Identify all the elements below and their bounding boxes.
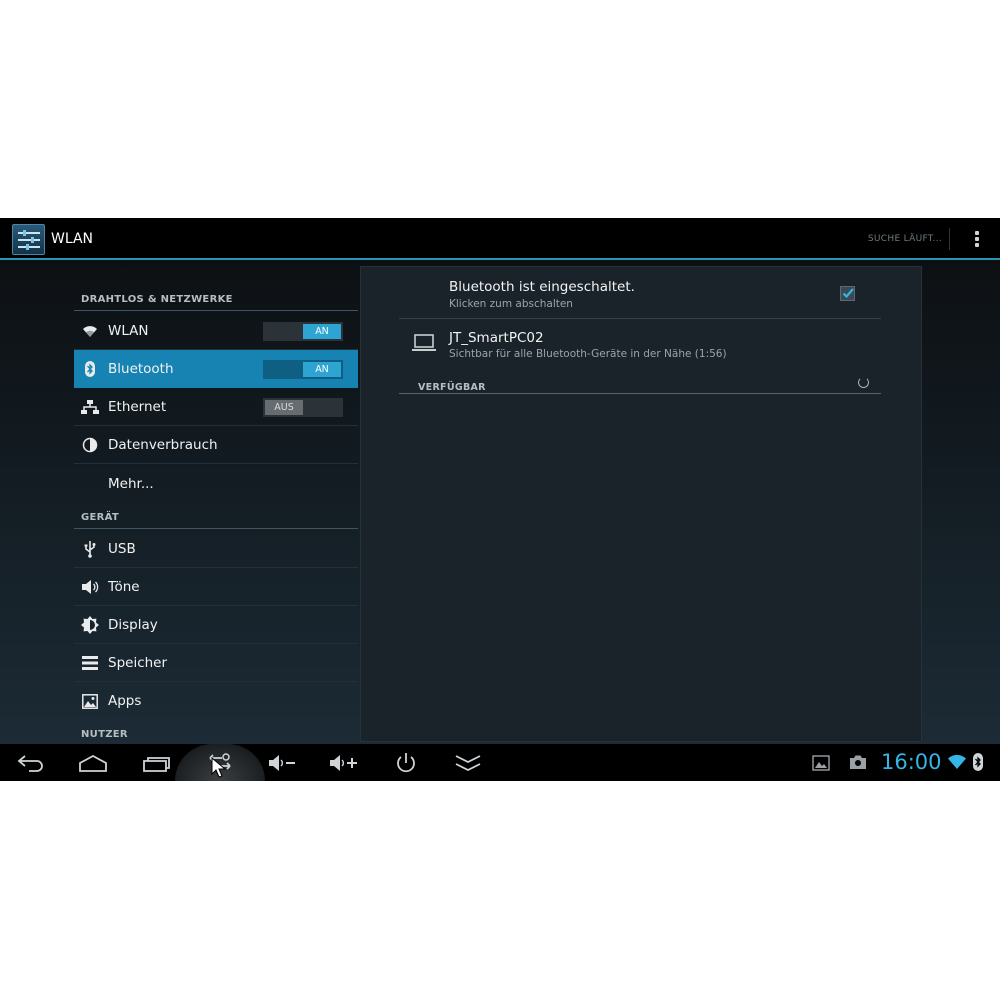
action-bar: WLAN SUCHE LÄUFT... [0,218,1000,260]
power-icon[interactable] [386,750,426,776]
home-icon[interactable] [73,750,113,776]
screenshot-notification-icon[interactable] [812,755,830,775]
menu-item-usb[interactable]: USB [74,530,358,568]
toggle-state: AN [303,362,341,377]
apps-icon [81,692,99,710]
page-title: WLAN [51,231,94,247]
mouse-cursor-icon [211,756,227,781]
device-name[interactable]: JT_SmartPC02 [449,330,544,346]
section-divider [74,528,358,529]
section-header-device: GERÄT [81,512,120,523]
menu-item-label: Apps [108,693,142,709]
bluetooth-icon [81,360,99,378]
section-divider [399,393,881,394]
menu-item-label: Datenverbrauch [108,437,218,453]
ethernet-toggle[interactable]: AUS [263,398,343,417]
action-bar-divider [949,228,950,250]
back-icon[interactable] [11,750,51,776]
recent-apps-icon[interactable] [137,750,177,776]
storage-icon [81,654,99,672]
settings-menu: DRAHTLOS & NETZWERKE WLAN AN Bluetooth A… [74,260,358,740]
wifi-status-icon [947,754,967,774]
menu-item-label: Bluetooth [108,361,174,377]
bluetooth-checkbox[interactable] [840,286,855,301]
data-usage-icon [81,436,99,454]
speaker-icon [81,578,99,596]
menu-item-apps[interactable]: Apps [74,682,358,720]
status-clock[interactable]: 16:00 [881,750,942,774]
section-divider [74,310,358,311]
settings-app-icon[interactable] [12,224,45,255]
collapse-icon[interactable] [448,750,488,776]
menu-item-label: WLAN [108,323,149,339]
bluetooth-status-subtitle: Klicken zum abschalten [449,298,573,310]
menu-item-storage[interactable]: Speicher [74,644,358,682]
laptop-icon [411,334,437,356]
system-bar: 16:00 [0,744,1000,781]
menu-item-display[interactable]: Display [74,606,358,644]
menu-item-more[interactable]: Mehr... [74,465,358,503]
ethernet-icon [81,398,99,416]
menu-item-label: Töne [108,579,140,595]
menu-item-label: USB [108,541,136,557]
brightness-icon [81,616,99,634]
wlan-toggle[interactable]: AN [263,322,343,341]
overflow-menu-icon[interactable] [974,231,980,249]
list-divider [399,318,881,319]
menu-item-ethernet[interactable]: Ethernet AUS [74,388,358,426]
camera-notification-icon[interactable] [849,754,867,774]
wifi-icon [81,322,99,340]
usb-icon [81,540,99,558]
toggle-state: AUS [265,400,303,415]
bluetooth-toggle[interactable]: AN [263,360,343,379]
section-header-wireless: DRAHTLOS & NETZWERKE [81,294,233,305]
toggle-state: AN [303,324,341,339]
bluetooth-status-icon [972,753,984,775]
menu-item-sounds[interactable]: Töne [74,568,358,606]
search-status-text: SUCHE LÄUFT... [867,234,942,244]
progress-spinner-icon [858,377,869,388]
volume-down-icon[interactable] [262,750,302,776]
android-screen: WLAN SUCHE LÄUFT... DRAHTLOS & NETZWERKE… [0,218,1000,781]
volume-up-icon[interactable] [324,750,364,776]
available-devices-header: VERFÜGBAR [418,382,486,393]
menu-item-wlan[interactable]: WLAN AN [74,312,358,350]
menu-item-data-usage[interactable]: Datenverbrauch [74,426,358,464]
menu-item-bluetooth[interactable]: Bluetooth AN [74,350,358,388]
menu-item-label: Speicher [108,655,168,671]
device-visibility-text: Sichtbar für alle Bluetooth-Geräte in de… [449,348,727,360]
menu-item-label: Display [108,617,158,633]
bluetooth-panel: Bluetooth ist eingeschaltet. Klicken zum… [360,266,922,742]
bluetooth-status-title[interactable]: Bluetooth ist eingeschaltet. [449,279,635,295]
menu-item-label: Mehr... [108,476,154,492]
menu-item-label: Ethernet [108,399,167,415]
section-header-user: NUTZER [81,729,128,740]
